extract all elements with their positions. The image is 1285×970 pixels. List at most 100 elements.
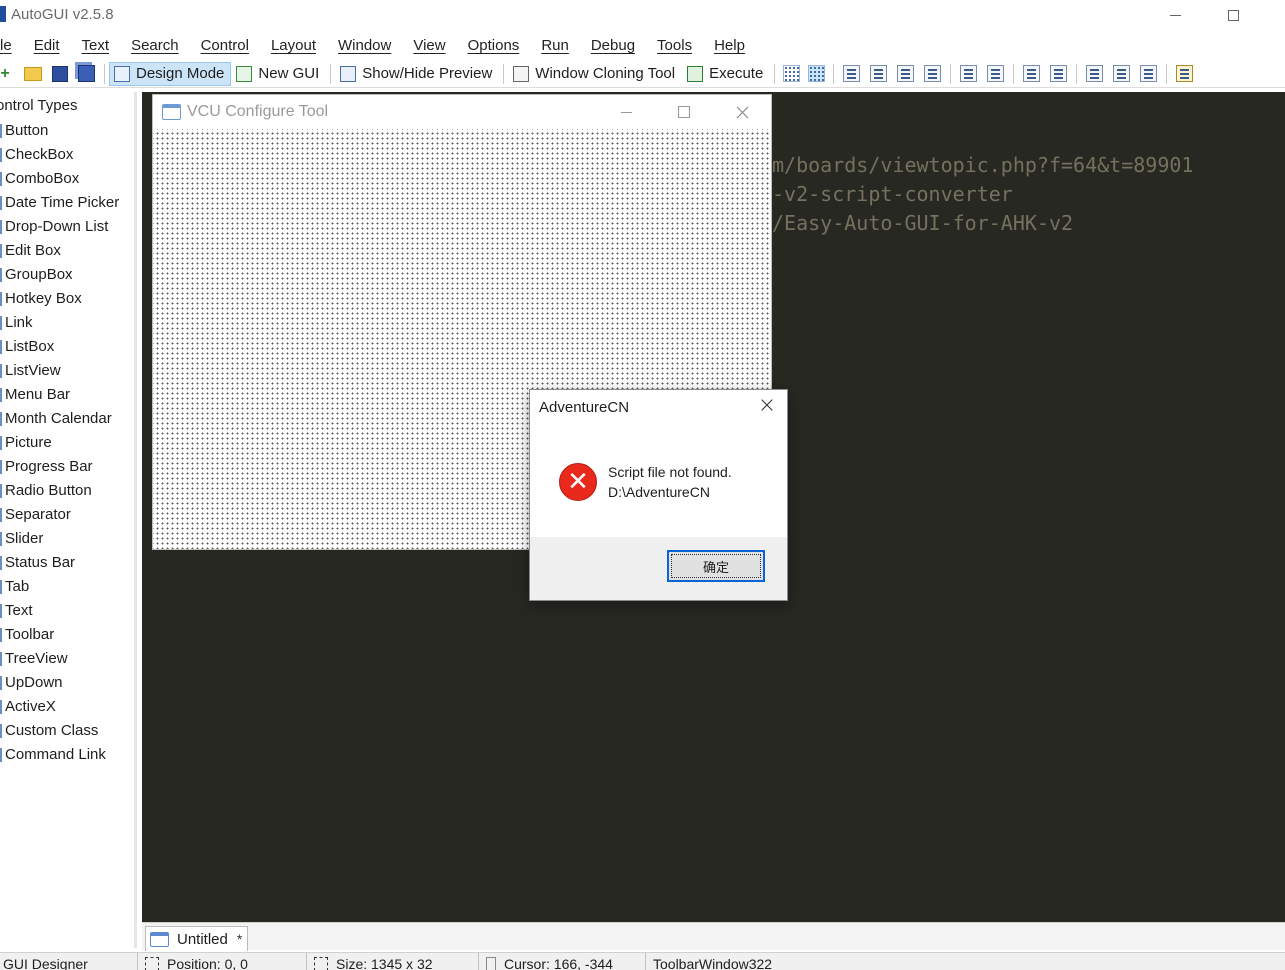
align-top-icon[interactable] [897,65,915,82]
minimize-button[interactable] [1152,0,1198,30]
align-left-icon[interactable] [843,65,861,82]
design-mode-button[interactable]: Design Mode [109,61,232,86]
app-icon [0,6,6,22]
control-item-custom-class[interactable]: Custom Class [0,721,136,745]
error-message: Script file not found. [608,464,732,480]
design-mode-label: Design Mode [136,65,225,82]
window-cloning-tool-button[interactable]: Window Cloning Tool [508,62,682,86]
modified-indicator: * [236,931,243,947]
preview-maximize-button[interactable] [669,102,699,122]
control-item-treeview[interactable]: TreeView [0,649,136,673]
open-folder-icon[interactable] [24,66,42,81]
control-item-slider[interactable]: Slider [0,529,136,553]
status-size: Size: 1345 x 32 [314,956,433,970]
toolbar-separator [1166,63,1168,84]
center-horizontally-icon[interactable] [960,65,978,82]
new-file-icon[interactable]: + [0,65,14,83]
control-item-edit-box[interactable]: Edit Box [0,241,136,265]
new-gui-button[interactable]: New GUI [231,62,326,86]
control-item-drop-down-list[interactable]: Drop-Down List [0,217,136,241]
status-control-label: ToolbarWindow322 [653,956,773,970]
control-item-updown[interactable]: UpDown [0,673,136,697]
menu-bar: le Edit Text Search Control Layout Windo… [0,34,1285,58]
save-icon[interactable] [52,65,68,82]
menu-search[interactable]: Search [120,34,190,58]
control-item-tab[interactable]: Tab [0,577,136,601]
make-same-width-icon[interactable] [1023,65,1041,82]
cursor-icon [486,957,496,970]
control-item-picture[interactable]: Picture [0,433,136,457]
snap-to-grid-icon[interactable] [808,65,826,82]
control-item-button[interactable]: Button [0,121,136,145]
title-bar: AutoGUI v2.5.8 [0,0,1285,32]
maximize-button[interactable] [1210,0,1256,30]
panel-splitter[interactable] [134,92,137,948]
space-vertically-icon[interactable] [1113,65,1131,82]
close-icon [736,106,748,118]
control-item-separator[interactable]: Separator [0,505,136,529]
control-item-status-bar[interactable]: Status Bar [0,553,136,577]
menu-window[interactable]: Window [327,34,402,58]
control-item-date-time-picker[interactable]: Date Time Picker [0,193,136,217]
control-types-header: ontrol Types [0,97,78,114]
maximize-icon [1227,9,1239,21]
control-item-activex[interactable]: ActiveX [0,697,136,721]
control-item-text[interactable]: Text [0,601,136,625]
show-hide-preview-button[interactable]: Show/Hide Preview [335,62,499,86]
execute-button[interactable]: Execute [682,62,770,86]
menu-edit[interactable]: Edit [23,34,71,58]
toolbar-separator [950,63,952,84]
ok-button[interactable]: 确定 [667,550,765,582]
center-vertically-icon[interactable] [987,65,1005,82]
save-all-icon[interactable] [78,65,95,82]
dialog-close-button[interactable]: × [756,395,778,418]
control-item-toolbar[interactable]: Toolbar [0,625,136,649]
show-hide-preview-label: Show/Hide Preview [362,65,493,82]
align-right-icon[interactable] [870,65,888,82]
control-item-groupbox[interactable]: GroupBox [0,265,136,289]
preview-icon [340,65,357,82]
menu-run[interactable]: Run [530,34,580,58]
make-same-height-icon[interactable] [1050,65,1068,82]
menu-control[interactable]: Control [190,34,260,58]
menu-debug[interactable]: Debug [580,34,646,58]
control-item-listbox[interactable]: ListBox [0,337,136,361]
control-item-radio-button[interactable]: Radio Button [0,481,136,505]
position-icon [145,957,159,970]
control-item-link[interactable]: Link [0,313,136,337]
properties-icon[interactable] [1176,65,1194,82]
show-grid-icon[interactable] [783,65,801,82]
size-icon [314,957,328,970]
toolbar-separator [1076,63,1078,84]
preview-close-button[interactable] [727,102,757,122]
control-item-listview[interactable]: ListView [0,361,136,385]
window-title: AutoGUI v2.5.8 [11,6,114,23]
menu-tools[interactable]: Tools [646,34,703,58]
stretch-icon[interactable] [1140,65,1158,82]
editor-line: m/boards/viewtopic.php?f=64&t=89901 [772,153,1194,177]
menu-layout[interactable]: Layout [260,34,327,58]
control-item-progress-bar[interactable]: Progress Bar [0,457,136,481]
control-item-menu-bar[interactable]: Menu Bar [0,385,136,409]
menu-file[interactable]: le [0,34,23,58]
align-bottom-icon[interactable] [924,65,942,82]
menu-view[interactable]: View [402,34,456,58]
tab-label: Untitled [177,930,228,948]
preview-title: VCU Configure Tool [187,103,329,120]
document-icon [150,931,169,947]
menu-text[interactable]: Text [71,34,121,58]
control-item-hotkey-box[interactable]: Hotkey Box [0,289,136,313]
tab-untitled[interactable]: Untitled * [145,926,248,951]
space-horizontally-icon[interactable] [1086,65,1104,82]
preview-title-bar[interactable]: VCU Configure Tool [153,95,771,129]
control-item-month-calendar[interactable]: Month Calendar [0,409,136,433]
preview-minimize-button[interactable] [611,102,641,122]
status-divider [645,953,646,970]
menu-help[interactable]: Help [703,34,756,58]
execute-label: Execute [709,65,764,82]
control-item-checkbox[interactable]: CheckBox [0,145,136,169]
menu-options[interactable]: Options [457,34,531,58]
control-item-combobox[interactable]: ComboBox [0,169,136,193]
control-item-command-link[interactable]: Command Link [0,745,136,769]
toolbar-separator [774,63,776,84]
